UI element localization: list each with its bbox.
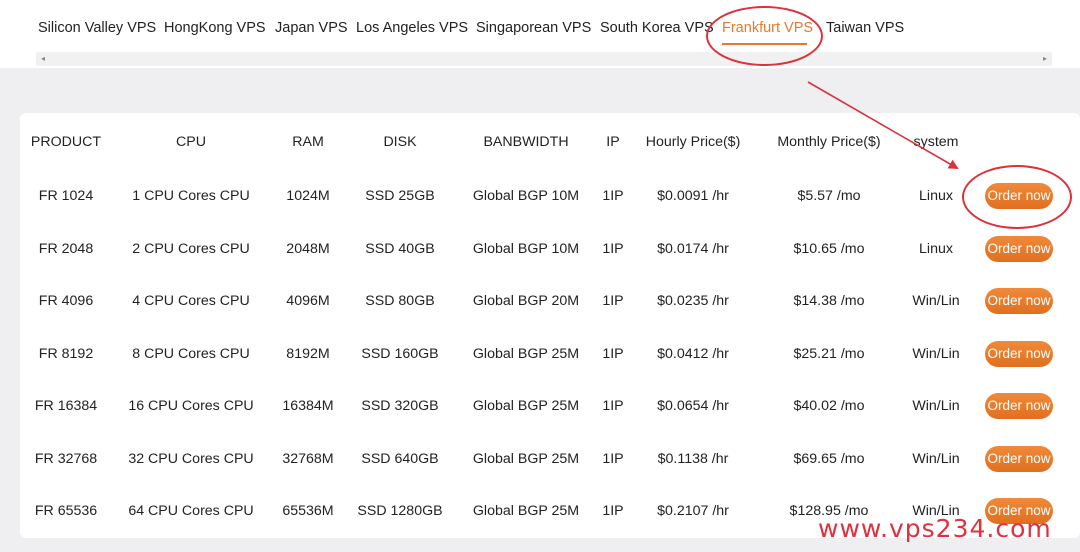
cell-monthly-price: $69.65 /mo — [793, 450, 865, 467]
cell-product: FR 16384 — [34, 398, 98, 414]
cell-bandwidth: Global BGP 25M — [472, 503, 580, 519]
cell-system: Win/Lin — [912, 345, 960, 362]
cell-ram: 16384M — [282, 398, 334, 414]
tab-silicon-valley[interactable]: Silicon Valley VPS — [38, 20, 156, 36]
column-header-cpu: CPU — [176, 134, 206, 150]
cell-bandwidth: Global BGP 25M — [472, 398, 580, 414]
column-header-ip: IP — [606, 134, 620, 150]
cell-hourly-price: $0.0174 /hr — [657, 240, 729, 257]
cell-bandwidth: Global BGP 25M — [472, 345, 580, 362]
cell-bandwidth: Global BGP 10M — [472, 240, 580, 257]
cell-ram: 8192M — [286, 345, 330, 362]
cell-hourly-price: $0.0235 /hr — [657, 293, 729, 309]
column-header-hourly-price: Hourly Price($) — [645, 134, 741, 150]
cell-disk: SSD 80GB — [365, 293, 435, 309]
cell-monthly-price: $25.21 /mo — [793, 345, 865, 362]
location-tab-bar: Silicon Valley VPS HongKong VPS Japan VP… — [0, 0, 1080, 68]
cell-ip: 1IP — [602, 450, 624, 467]
tab-taiwan[interactable]: Taiwan VPS — [826, 20, 904, 36]
cell-bandwidth: Global BGP 25M — [472, 450, 580, 467]
cell-product: FR 4096 — [38, 293, 94, 309]
cell-ip: 1IP — [602, 503, 624, 519]
cell-disk: SSD 40GB — [365, 240, 435, 257]
scroll-right-icon[interactable]: ▸ — [1038, 52, 1052, 66]
tab-frankfurt[interactable]: Frankfurt VPS — [722, 20, 813, 36]
cell-cpu: 8 CPU Cores CPU — [132, 345, 250, 362]
order-now-button[interactable]: Order now — [985, 288, 1053, 314]
order-now-button[interactable]: Order now — [985, 235, 1053, 262]
cell-hourly-price: $0.0412 /hr — [657, 345, 729, 362]
order-now-button[interactable]: Order now — [985, 393, 1053, 419]
cell-monthly-price: $40.02 /mo — [793, 398, 865, 414]
cell-ram: 32768M — [282, 450, 334, 467]
cell-disk: SSD 160GB — [361, 345, 439, 362]
cell-monthly-price: $5.57 /mo — [797, 188, 861, 204]
cell-monthly-price: $14.38 /mo — [793, 293, 865, 309]
cell-product: FR 2048 — [38, 240, 94, 257]
column-header-monthly-price: Monthly Price($) — [777, 134, 881, 150]
cell-ram: 1024M — [286, 188, 330, 204]
tab-south-korea[interactable]: South Korea VPS — [600, 20, 714, 36]
cell-disk: SSD 25GB — [365, 188, 435, 204]
scroll-left-icon[interactable]: ◂ — [36, 52, 50, 66]
order-now-button[interactable]: Order now — [985, 445, 1053, 472]
cell-ip: 1IP — [602, 345, 624, 362]
cell-hourly-price: $0.0654 /hr — [657, 398, 729, 414]
watermark: www.vps234.com — [818, 514, 1052, 543]
cell-product: FR 65536 — [34, 503, 98, 519]
cell-product: FR 1024 — [38, 188, 94, 204]
cell-cpu: 64 CPU Cores CPU — [128, 503, 254, 519]
cell-disk: SSD 640GB — [361, 450, 439, 467]
cell-ip: 1IP — [602, 293, 624, 309]
tab-los-angeles[interactable]: Los Angeles VPS — [356, 20, 468, 36]
cell-disk: SSD 320GB — [361, 398, 439, 414]
cell-monthly-price: $10.65 /mo — [793, 240, 865, 257]
cell-system: Win/Lin — [912, 398, 960, 414]
cell-system: Win/Lin — [912, 293, 960, 309]
cell-cpu: 16 CPU Cores CPU — [128, 398, 254, 414]
cell-hourly-price: $0.0091 /hr — [657, 188, 729, 204]
cell-disk: SSD 1280GB — [357, 503, 443, 519]
cell-ip: 1IP — [602, 240, 624, 257]
cell-system: Win/Lin — [912, 450, 960, 467]
cell-cpu: 1 CPU Cores CPU — [132, 188, 250, 204]
cell-ip: 1IP — [602, 188, 624, 204]
cell-ram: 65536M — [282, 503, 334, 519]
cell-ram: 2048M — [286, 240, 330, 257]
cell-ip: 1IP — [602, 398, 624, 414]
cell-bandwidth: Global BGP 20M — [472, 293, 580, 309]
cell-product: FR 8192 — [38, 345, 94, 362]
order-now-button[interactable]: Order now — [985, 183, 1053, 209]
active-tab-underline — [722, 43, 807, 45]
cell-hourly-price: $0.2107 /hr — [657, 503, 729, 519]
tab-japan[interactable]: Japan VPS — [275, 20, 348, 36]
column-header-bandwidth: BANBWIDTH — [483, 134, 569, 150]
order-now-button[interactable]: Order now — [985, 340, 1053, 367]
cell-system: Linux — [919, 188, 953, 204]
column-header-system: system — [913, 134, 959, 150]
cell-bandwidth: Global BGP 10M — [472, 188, 580, 204]
pricing-table: PRODUCT CPU RAM DISK BANBWIDTH IP Hourly Price… — [20, 113, 1080, 538]
cell-cpu: 2 CPU Cores CPU — [132, 240, 250, 257]
column-header-product: PRODUCT — [30, 134, 102, 150]
column-header-disk: DISK — [383, 134, 417, 150]
tab-singaporean[interactable]: Singaporean VPS — [476, 20, 591, 36]
tab-hongkong[interactable]: HongKong VPS — [164, 20, 266, 36]
cell-ram: 4096M — [286, 293, 330, 309]
cell-product: FR 32768 — [34, 450, 98, 467]
tab-scrollbar[interactable]: ◂ ▸ — [36, 52, 1052, 66]
column-header-ram: RAM — [292, 134, 324, 150]
cell-cpu: 32 CPU Cores CPU — [128, 450, 254, 467]
cell-hourly-price: $0.1138 /hr — [657, 450, 729, 467]
cell-cpu: 4 CPU Cores CPU — [132, 293, 250, 309]
cell-system: Linux — [919, 240, 953, 257]
